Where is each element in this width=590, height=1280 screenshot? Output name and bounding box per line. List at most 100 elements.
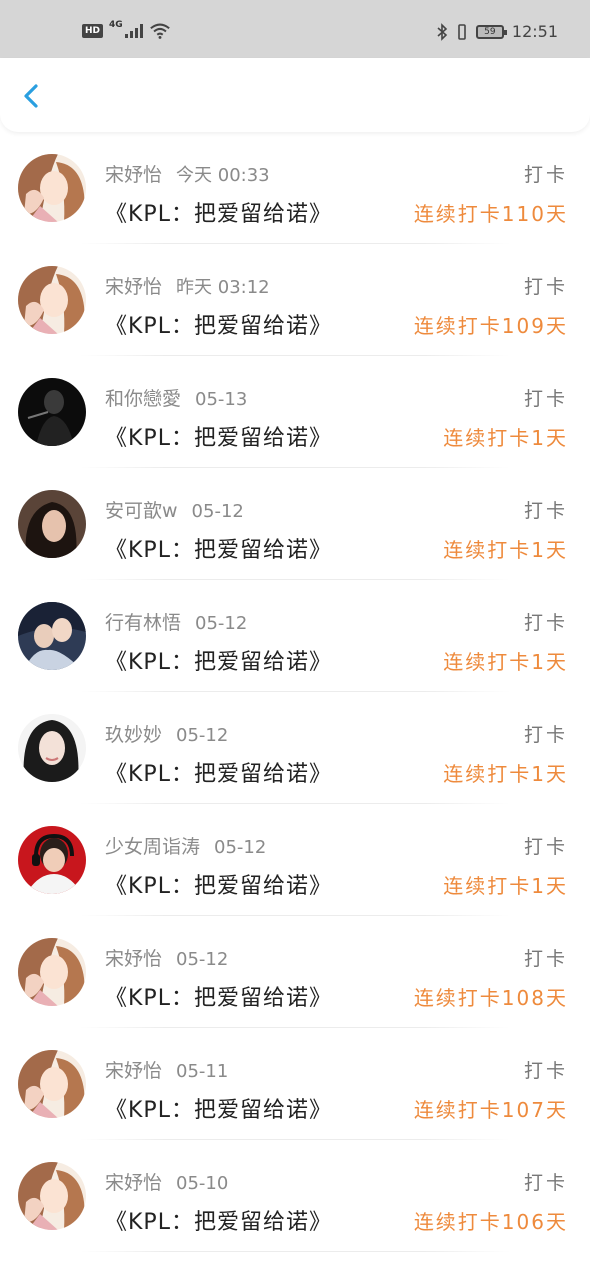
- post-time: 05-13: [195, 389, 248, 410]
- book-title[interactable]: 《KPL：把爱留给诺》: [105, 1092, 332, 1124]
- post-time: 05-12: [191, 501, 244, 522]
- avatar[interactable]: [18, 490, 86, 558]
- user-name[interactable]: 宋妤怡: [105, 276, 162, 298]
- network-type: 4G: [109, 20, 123, 30]
- user-name[interactable]: 行有林悟: [105, 612, 181, 634]
- post-time: 05-11: [176, 1061, 229, 1082]
- checkin-label: 打卡: [523, 164, 568, 186]
- streak-count: 连续打卡107天: [413, 1098, 568, 1122]
- checkin-label: 打卡: [523, 276, 568, 298]
- book-title[interactable]: 《KPL：把爱留给诺》: [105, 756, 332, 788]
- dark-photo-avatar-icon: [18, 378, 86, 446]
- checkin-label: 打卡: [523, 388, 568, 410]
- book-title[interactable]: 《KPL：把爱留给诺》: [105, 868, 332, 900]
- anime-girl-avatar-icon: [18, 1162, 86, 1230]
- user-line: 宋妤怡 05-12: [105, 944, 228, 971]
- checkin-list: 宋妤怡 今天 00:33 《KPL：把爱留给诺》 打卡 连续打卡110天 宋妤怡昨…: [0, 132, 590, 1252]
- status-time: 12:51: [511, 22, 558, 41]
- avatar[interactable]: [18, 378, 86, 446]
- post-time: 05-10: [176, 1173, 229, 1194]
- chevron-left-icon: [24, 84, 38, 108]
- book-title[interactable]: 《KPL：把爱留给诺》: [105, 420, 332, 452]
- anime-girl-avatar-icon: [18, 266, 86, 334]
- header-bar: [0, 58, 590, 132]
- streak-count: 连续打卡106天: [413, 1210, 568, 1234]
- book-title[interactable]: 《KPL：把爱留给诺》: [105, 980, 332, 1012]
- signal-icon: [124, 24, 143, 38]
- bluetooth-icon: [437, 22, 448, 41]
- divider: [80, 1251, 510, 1252]
- checkin-label: 打卡: [523, 724, 568, 746]
- back-button[interactable]: [14, 78, 50, 114]
- avatar[interactable]: [18, 266, 86, 334]
- post-time: 05-12: [176, 949, 229, 970]
- user-name[interactable]: 和你戀愛: [105, 388, 181, 410]
- post-time: 昨天 03:12: [176, 277, 270, 298]
- user-line: 宋妤怡 05-10: [105, 1168, 228, 1195]
- list-item[interactable]: 宋妤怡 昨天 03:12 《KPL：把爱留给诺》 打卡 连续打卡109天: [0, 244, 590, 356]
- anime-girl-avatar-icon: [18, 938, 86, 1006]
- list-item[interactable]: 少女周诣涛 05-12 《KPL：把爱留给诺》 打卡 连续打卡1天: [0, 804, 590, 916]
- avatar[interactable]: [18, 826, 86, 894]
- book-title[interactable]: 《KPL：把爱留给诺》: [105, 644, 332, 676]
- streak-count: 连续打卡1天: [443, 762, 568, 786]
- checkin-label: 打卡: [523, 612, 568, 634]
- user-name[interactable]: 宋妤怡: [105, 164, 162, 186]
- girl-portrait-avatar-icon: [18, 714, 86, 782]
- user-line: 玖妙妙 05-12: [105, 720, 228, 747]
- user-name[interactable]: 宋妤怡: [105, 1060, 162, 1082]
- streak-count: 连续打卡110天: [413, 202, 568, 226]
- book-title[interactable]: 《KPL：把爱留给诺》: [105, 196, 332, 228]
- list-item[interactable]: 宋妤怡 今天 00:33 《KPL：把爱留给诺》 打卡 连续打卡110天: [0, 132, 590, 244]
- avatar[interactable]: [18, 938, 86, 1006]
- hd-badge: HD: [82, 24, 104, 38]
- streak-count: 连续打卡1天: [443, 650, 568, 674]
- post-time: 05-12: [176, 725, 229, 746]
- user-line: 安可歆w 05-12: [105, 496, 244, 523]
- checkin-label: 打卡: [523, 948, 568, 970]
- wifi-icon: [149, 23, 170, 39]
- avatar[interactable]: [18, 1050, 86, 1118]
- list-item[interactable]: 行有林悟 05-12 《KPL：把爱留给诺》 打卡 连续打卡1天: [0, 580, 590, 692]
- avatar[interactable]: [18, 714, 86, 782]
- anime-girl-avatar-icon: [18, 154, 86, 222]
- post-time: 今天 00:33: [176, 165, 270, 186]
- streak-count: 连续打卡1天: [443, 426, 568, 450]
- avatar[interactable]: [18, 1162, 86, 1230]
- streak-count: 连续打卡108天: [413, 986, 568, 1010]
- user-name[interactable]: 少女周诣涛: [105, 836, 200, 858]
- headset-player-avatar-icon: [18, 826, 86, 894]
- anime-girl-avatar-icon: [18, 1050, 86, 1118]
- user-line: 少女周诣涛 05-12: [105, 832, 266, 859]
- avatar[interactable]: [18, 154, 86, 222]
- list-item[interactable]: 宋妤怡 05-10 《KPL：把爱留给诺》 打卡 连续打卡106天: [0, 1140, 590, 1252]
- checkin-label: 打卡: [523, 836, 568, 858]
- status-right: 59 12:51: [436, 22, 558, 41]
- post-time: 05-12: [195, 613, 248, 634]
- user-name[interactable]: 玖妙妙: [105, 724, 162, 746]
- user-line: 行有林悟 05-12: [105, 608, 247, 635]
- avatar[interactable]: [18, 602, 86, 670]
- list-item[interactable]: 玖妙妙 05-12 《KPL：把爱留给诺》 打卡 连续打卡1天: [0, 692, 590, 804]
- couple-photo-avatar-icon: [18, 602, 86, 670]
- vibrate-icon: [458, 23, 466, 40]
- list-item[interactable]: 和你戀愛 05-13 《KPL：把爱留给诺》 打卡 连续打卡1天: [0, 356, 590, 468]
- streak-count: 连续打卡1天: [443, 874, 568, 898]
- post-time: 05-12: [214, 837, 267, 858]
- book-title[interactable]: 《KPL：把爱留给诺》: [105, 1204, 332, 1236]
- list-item[interactable]: 安可歆w 05-12 《KPL：把爱留给诺》 打卡 连续打卡1天: [0, 468, 590, 580]
- list-item[interactable]: 宋妤怡 05-12 《KPL：把爱留给诺》 打卡 连续打卡108天: [0, 916, 590, 1028]
- streak-count: 连续打卡109天: [413, 314, 568, 338]
- book-title[interactable]: 《KPL：把爱留给诺》: [105, 532, 332, 564]
- streak-count: 连续打卡1天: [443, 538, 568, 562]
- user-line: 宋妤怡 05-11: [105, 1056, 228, 1083]
- user-name[interactable]: 安可歆w: [105, 500, 178, 522]
- book-title[interactable]: 《KPL：把爱留给诺》: [105, 308, 332, 340]
- user-line: 和你戀愛 05-13: [105, 384, 247, 411]
- list-item[interactable]: 宋妤怡 05-11 《KPL：把爱留给诺》 打卡 连续打卡107天: [0, 1028, 590, 1140]
- user-line: 宋妤怡 昨天 03:12: [105, 272, 270, 299]
- user-name[interactable]: 宋妤怡: [105, 1172, 162, 1194]
- battery-icon: 59: [475, 24, 507, 39]
- status-left: HD 4G: [82, 20, 171, 40]
- user-name[interactable]: 宋妤怡: [105, 948, 162, 970]
